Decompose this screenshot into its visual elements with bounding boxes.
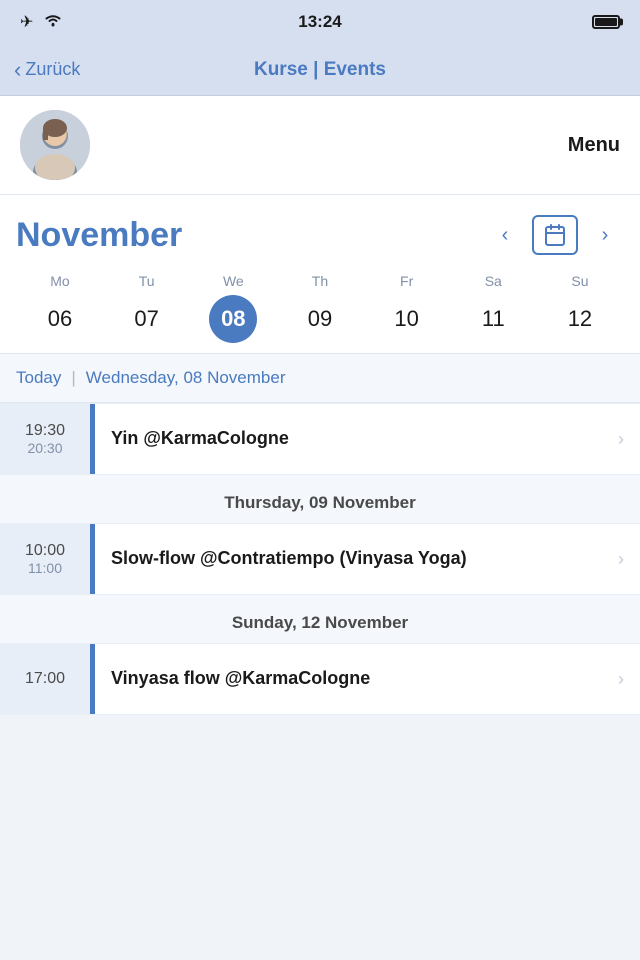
week-strip: Mo 06 Tu 07 We 08 Th 09 Fr 10 Sa 11 Su 12 [16,273,624,343]
profile-header: Menu [0,96,640,195]
avatar [20,110,90,180]
day-cell[interactable]: Sa 11 [453,273,533,343]
airplane-icon: ✈ [20,12,33,32]
event-time-col: 10:0011:00 [0,524,90,594]
event-time-col: 17:00 [0,644,90,714]
event-chevron-icon: › [618,669,624,690]
pipe-divider: | [71,368,75,388]
event-time-start: 10:00 [25,542,65,560]
prev-month-button[interactable]: ‹ [486,216,524,254]
wifi-icon [43,12,63,33]
event-chevron-icon: › [618,429,624,450]
day-name: Th [312,273,328,289]
status-right-icons [592,15,620,29]
event-title: Yin @KarmaCologne [111,426,618,451]
day-name: Sa [485,273,502,289]
next-month-button[interactable]: › [586,216,624,254]
event-time-col: 19:3020:30 [0,404,90,474]
back-button[interactable]: ‹ Zurück [14,59,80,81]
day-num-today: 08 [209,295,257,343]
event-time-start: 17:00 [25,670,65,688]
day-cell[interactable]: Mo 06 [20,273,100,343]
day-num: 07 [123,295,171,343]
back-label: Zurück [25,59,80,80]
event-row[interactable]: 17:00 Vinyasa flow @KarmaCologne› [0,643,640,715]
status-time: 13:24 [298,12,341,32]
day-cell[interactable]: Th 09 [280,273,360,343]
event-title: Slow-flow @Contratiempo (Vinyasa Yoga) [111,546,618,571]
today-text: Today [16,368,61,388]
day-name: Mo [50,273,69,289]
calendar-picker-button[interactable] [532,215,578,255]
menu-button[interactable]: Menu [568,134,620,157]
day-cell[interactable]: Tu 07 [107,273,187,343]
month-title: November [16,216,182,255]
nav-title: Kurse | Events [254,59,386,81]
calendar-section: November ‹ › Mo 06 Tu 07 We 08 Th 09 Fr 10 Sa 11 Su 1… [0,195,640,354]
day-name: Fr [400,273,413,289]
day-name: We [223,273,244,289]
month-nav: ‹ › [486,215,624,255]
back-chevron-icon: ‹ [14,59,21,81]
month-header: November ‹ › [16,215,624,255]
event-title: Vinyasa flow @KarmaCologne [111,666,618,691]
day-num: 12 [556,295,604,343]
day-num: 06 [36,295,84,343]
status-bar: ✈ 13:24 [0,0,640,44]
day-num: 09 [296,295,344,343]
day-name: Su [571,273,588,289]
day-num: 11 [469,295,517,343]
event-chevron-icon: › [618,549,624,570]
event-time-end: 20:30 [27,440,62,456]
day-cell[interactable]: Fr 10 [367,273,447,343]
event-content: Yin @KarmaCologne› [95,404,640,474]
day-cell[interactable]: Su 12 [540,273,620,343]
section-date-header: Sunday, 12 November [0,595,640,643]
today-full-date: Wednesday, 08 November [86,368,286,388]
event-row[interactable]: 10:0011:00Slow-flow @Contratiempo (Vinya… [0,523,640,595]
day-num: 10 [383,295,431,343]
event-list: 19:3020:30Yin @KarmaCologne›Thursday, 09… [0,403,640,715]
section-date-header: Thursday, 09 November [0,475,640,523]
event-row[interactable]: 19:3020:30Yin @KarmaCologne› [0,403,640,475]
nav-bar: ‹ Zurück Kurse | Events [0,44,640,96]
event-time-end: 11:00 [28,560,62,576]
battery-icon [592,15,620,29]
event-content: Vinyasa flow @KarmaCologne› [95,644,640,714]
status-left-icons: ✈ [20,12,63,33]
today-label-bar: Today | Wednesday, 08 November [0,354,640,403]
event-time-start: 19:30 [25,422,65,440]
day-name: Tu [139,273,155,289]
event-content: Slow-flow @Contratiempo (Vinyasa Yoga)› [95,524,640,594]
day-cell[interactable]: We 08 [193,273,273,343]
